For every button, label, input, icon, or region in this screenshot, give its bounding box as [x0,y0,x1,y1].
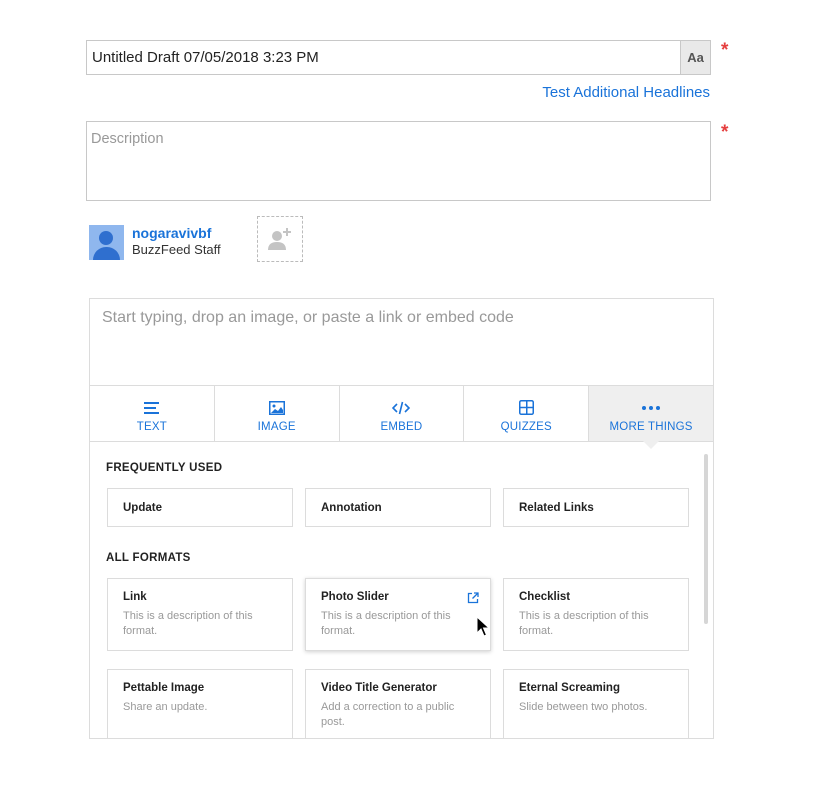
toolbar-more-things-label: MORE THINGS [609,420,693,433]
format-card-link[interactable]: Link This is a description of this forma… [107,578,293,651]
code-icon [392,399,411,417]
format-card-annotation[interactable]: Annotation [305,488,491,527]
external-link-icon[interactable] [467,591,479,609]
frequently-used-heading: FREQUENTLY USED [106,462,223,474]
format-card-description: This is a description of this format. [123,610,253,637]
toolbar-more-things-button[interactable]: MORE THINGS [589,386,713,449]
headline-required-mark: * [721,40,729,61]
panel-scrollbar[interactable] [704,454,708,624]
test-additional-headlines-link[interactable]: Test Additional Headlines [542,84,710,101]
format-card-title: Video Title Generator [321,682,437,694]
text-lines-icon [143,399,160,417]
format-card-pettable-image[interactable]: Pettable Image Share an update. [107,669,293,738]
all-formats-heading: ALL FORMATS [106,552,191,564]
format-card-video-title-generator[interactable]: Video Title Generator Add a correction t… [305,669,491,738]
editor-input[interactable] [90,299,713,385]
toolbar-embed-button[interactable]: EMBED [340,386,465,441]
author-role: BuzzFeed Staff [132,242,221,257]
author-avatar [89,225,124,260]
toolbar-image-button[interactable]: IMAGE [215,386,340,441]
format-card-title: Link [123,591,147,603]
format-card-checklist[interactable]: Checklist This is a description of this … [503,578,689,651]
format-card-title: Eternal Screaming [519,682,620,694]
add-user-icon [268,228,291,250]
format-card-title: Related Links [519,501,594,514]
format-card-description: This is a description of this format. [519,610,649,637]
headline-format-button[interactable]: Aa [680,41,710,74]
format-card-photo-slider[interactable]: Photo Slider This is a description of th… [305,578,491,651]
content-editor: TEXT IMAGE EMBED QUIZZES MORE THINGS [89,298,714,739]
headline-input[interactable] [87,41,681,74]
toolbar-text-label: TEXT [136,420,167,433]
format-card-description: This is a description of this format. [321,610,451,637]
format-card-title: Update [123,501,162,514]
format-card-related-links[interactable]: Related Links [503,488,689,527]
format-card-title: Checklist [519,591,571,603]
format-card-description: Slide between two photos. [519,701,648,713]
description-required-mark: * [721,122,729,143]
author-name-link[interactable]: nogaravivbf [132,225,211,241]
toolbar-image-label: IMAGE [257,420,296,433]
grid-icon [518,399,534,417]
more-dots-icon [641,399,661,417]
format-card-title: Photo Slider [321,591,389,603]
format-card-description: Share an update. [123,701,208,713]
format-card-description: Add a correction to a public post. [321,701,455,728]
image-icon [268,399,285,417]
toolbar-embed-label: EMBED [380,420,423,433]
format-card-update[interactable]: Update [107,488,293,527]
toolbar-text-button[interactable]: TEXT [90,386,215,441]
format-card-title: Pettable Image [123,682,205,694]
headline-field-wrapper: Aa [86,40,711,75]
format-card-eternal-screaming[interactable]: Eternal Screaming Slide between two phot… [503,669,689,738]
format-toolbar: TEXT IMAGE EMBED QUIZZES MORE THINGS [90,385,713,449]
format-card-title: Annotation [321,501,382,514]
add-author-button[interactable] [257,216,303,262]
toolbar-quizzes-button[interactable]: QUIZZES [464,386,590,441]
more-things-panel: FREQUENTLY USED Update Annotation Relate… [90,442,713,738]
toolbar-quizzes-label: QUIZZES [500,420,552,433]
description-input[interactable] [86,121,711,201]
mouse-pointer-icon [476,616,490,637]
